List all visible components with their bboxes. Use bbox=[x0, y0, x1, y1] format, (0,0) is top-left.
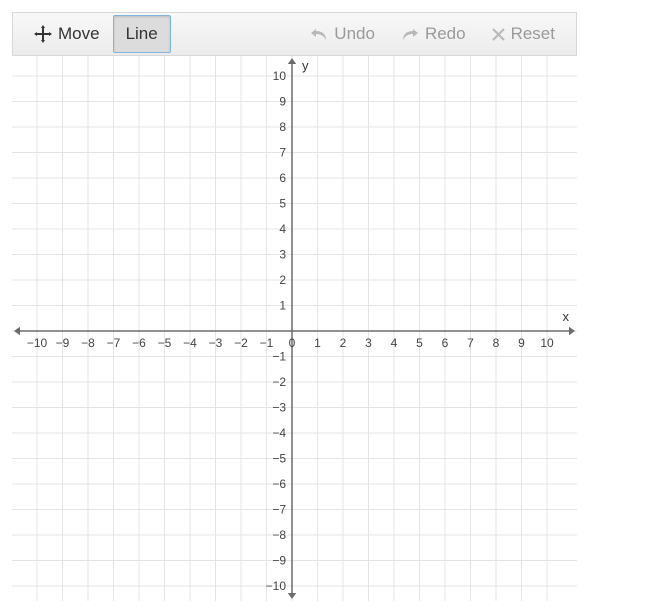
x-tick-label: −3 bbox=[209, 336, 223, 350]
y-tick-label: −6 bbox=[272, 477, 286, 491]
y-tick-label: −4 bbox=[272, 426, 286, 440]
redo-button-label: Redo bbox=[425, 24, 466, 44]
redo-button[interactable]: Redo bbox=[388, 15, 479, 53]
axes bbox=[14, 58, 575, 599]
redo-icon bbox=[401, 27, 419, 41]
x-tick-label: 9 bbox=[518, 336, 525, 350]
x-tick-label: 10 bbox=[540, 336, 554, 350]
x-tick-label: −2 bbox=[234, 336, 248, 350]
x-tick-label: 1 bbox=[314, 336, 321, 350]
close-icon bbox=[492, 28, 505, 41]
x-tick-label: −10 bbox=[27, 336, 48, 350]
x-tick-label: 7 bbox=[467, 336, 474, 350]
line-button[interactable]: Line bbox=[113, 15, 171, 53]
y-tick-label: −2 bbox=[272, 375, 286, 389]
line-button-label: Line bbox=[126, 24, 158, 44]
y-tick-label: 10 bbox=[273, 69, 287, 83]
y-tick-label: −10 bbox=[266, 579, 287, 593]
x-tick-label: −4 bbox=[183, 336, 197, 350]
y-tick-label: −9 bbox=[272, 554, 286, 568]
x-tick-label: −8 bbox=[81, 336, 95, 350]
graphing-app: Move Line Undo Redo Reset −10−9− bbox=[12, 12, 577, 601]
y-tick-label: 3 bbox=[279, 248, 286, 262]
move-button[interactable]: Move bbox=[21, 15, 113, 53]
toolbar: Move Line Undo Redo Reset bbox=[12, 12, 577, 56]
x-tick-label: 6 bbox=[442, 336, 449, 350]
x-tick-label: 8 bbox=[493, 336, 500, 350]
graph-area[interactable]: −10−9−8−7−6−5−4−3−2−1012345678910−10−9−8… bbox=[12, 56, 577, 601]
undo-button[interactable]: Undo bbox=[297, 15, 388, 53]
move-button-label: Move bbox=[58, 24, 100, 44]
x-tick-label: 2 bbox=[340, 336, 347, 350]
x-tick-label: −9 bbox=[56, 336, 70, 350]
move-icon bbox=[34, 25, 52, 43]
y-tick-label: −7 bbox=[272, 503, 286, 517]
y-tick-label: −3 bbox=[272, 401, 286, 415]
x-axis-label: x bbox=[563, 309, 570, 324]
x-tick-label: 5 bbox=[416, 336, 423, 350]
y-tick-label: 4 bbox=[279, 222, 286, 236]
y-tick-label: −8 bbox=[272, 528, 286, 542]
coordinate-plane[interactable]: −10−9−8−7−6−5−4−3−2−1012345678910−10−9−8… bbox=[12, 56, 577, 601]
y-tick-label: 1 bbox=[279, 299, 286, 313]
y-tick-label: 2 bbox=[279, 273, 286, 287]
x-tick-label: 4 bbox=[391, 336, 398, 350]
y-tick-label: 6 bbox=[279, 171, 286, 185]
reset-button-label: Reset bbox=[511, 24, 555, 44]
y-tick-label: 5 bbox=[279, 197, 286, 211]
y-tick-label: 7 bbox=[279, 146, 286, 160]
y-tick-label: −5 bbox=[272, 452, 286, 466]
grid bbox=[12, 56, 577, 601]
reset-button[interactable]: Reset bbox=[479, 15, 568, 53]
x-tick-label: −5 bbox=[158, 336, 172, 350]
undo-icon bbox=[310, 27, 328, 41]
y-tick-label: 8 bbox=[279, 120, 286, 134]
y-axis-label: y bbox=[302, 58, 309, 73]
undo-button-label: Undo bbox=[334, 24, 375, 44]
x-tick-label: −6 bbox=[132, 336, 146, 350]
x-tick-label: 3 bbox=[365, 336, 372, 350]
x-tick-label: −1 bbox=[260, 336, 274, 350]
y-tick-label: −1 bbox=[272, 350, 286, 364]
x-tick-label: −7 bbox=[107, 336, 121, 350]
y-tick-label: 9 bbox=[279, 95, 286, 109]
x-tick-label: 0 bbox=[289, 336, 296, 350]
